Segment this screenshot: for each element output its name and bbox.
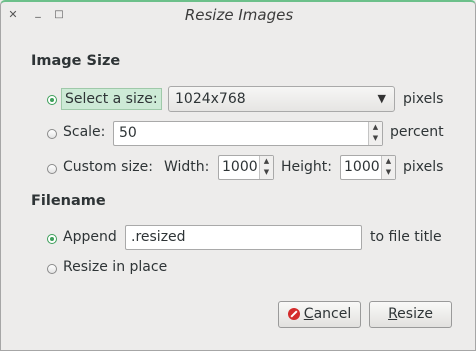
append-radio[interactable] — [47, 234, 57, 244]
custom-size-radio[interactable] — [47, 164, 57, 174]
append-label[interactable]: Append — [63, 229, 117, 245]
scale-value: 50 — [119, 125, 137, 141]
cancel-mnemonic: C — [303, 306, 314, 322]
width-value: 1000 — [222, 159, 258, 175]
select-size-radio[interactable] — [47, 95, 57, 105]
image-size-heading: Image Size — [31, 53, 121, 69]
custom-size-label[interactable]: Custom size: — [63, 159, 153, 175]
select-size-label[interactable]: Select a size: — [61, 88, 162, 110]
chevron-down-icon: ▼ — [377, 92, 386, 105]
scale-spinbutton[interactable]: 50 ▲ ▼ — [113, 121, 383, 146]
resize-images-dialog: ✕ _ □ Resize Images Image Size Select a … — [0, 0, 476, 351]
append-input[interactable]: .resized — [125, 225, 362, 250]
select-size-unit: pixels — [403, 91, 444, 107]
custom-size-unit: pixels — [403, 159, 444, 175]
size-combobox-value: 1024x768 — [175, 91, 246, 107]
width-spinbutton[interactable]: 1000 ▲ ▼ — [218, 155, 274, 180]
scale-stepper[interactable]: ▲ ▼ — [368, 122, 382, 145]
height-spinbutton[interactable]: 1000 ▲ ▼ — [340, 155, 396, 180]
height-label: Height: — [281, 159, 332, 175]
title-bar: ✕ _ □ Resize Images — [1, 2, 475, 30]
resize-in-place-radio[interactable] — [47, 264, 57, 274]
height-stepper[interactable]: ▲ ▼ — [381, 156, 395, 179]
resize-in-place-label[interactable]: Resize in place — [63, 259, 167, 275]
resize-button[interactable]: Resize — [369, 301, 452, 328]
cancel-icon — [287, 308, 300, 320]
cancel-button[interactable]: Cancel — [278, 301, 361, 328]
filename-heading: Filename — [31, 193, 106, 209]
scale-unit: percent — [390, 124, 444, 140]
size-combobox[interactable]: 1024x768 ▼ — [168, 86, 395, 112]
resize-label: esize — [397, 306, 433, 322]
resize-mnemonic: R — [388, 306, 398, 322]
append-suffix: to file title — [370, 229, 442, 245]
width-label: Width: — [164, 159, 210, 175]
height-value: 1000 — [344, 159, 380, 175]
cancel-label: ancel — [313, 306, 352, 322]
scale-label[interactable]: Scale: — [63, 124, 105, 140]
scale-radio[interactable] — [47, 129, 57, 139]
width-stepper[interactable]: ▲ ▼ — [259, 156, 273, 179]
window-title: Resize Images — [184, 6, 294, 24]
